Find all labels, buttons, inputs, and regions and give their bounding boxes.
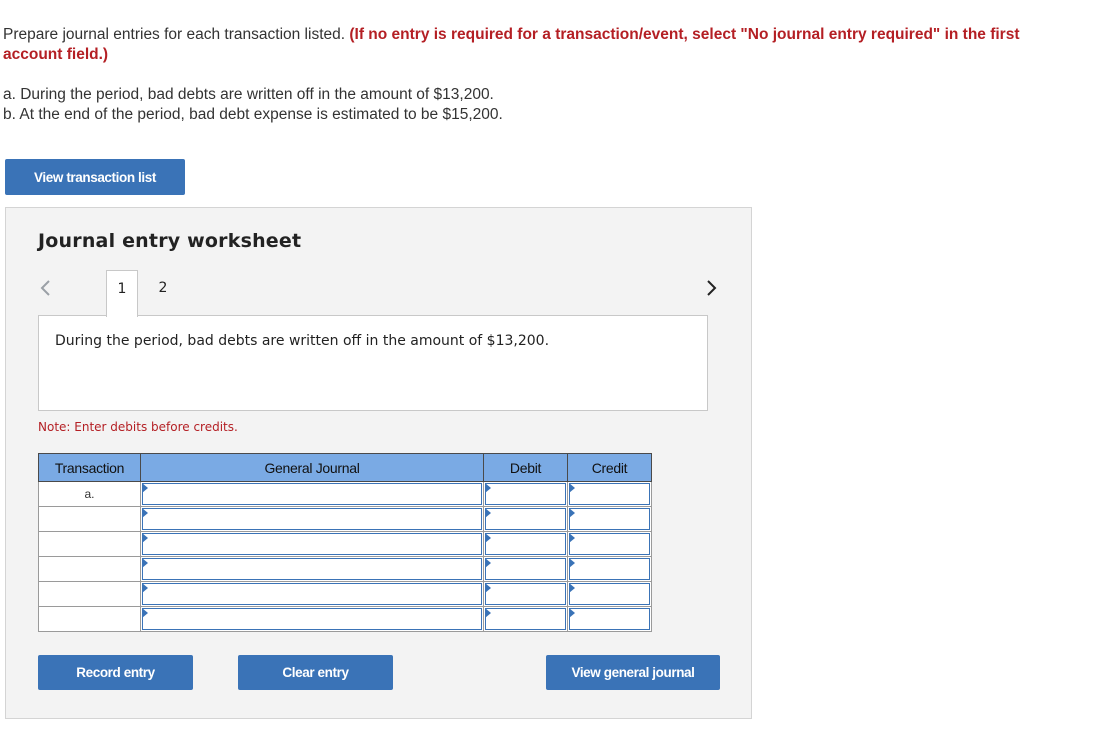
debit-cell[interactable] [483, 606, 568, 632]
input-marker-icon [569, 583, 575, 593]
account-select[interactable] [142, 583, 482, 605]
account-cell[interactable] [140, 531, 484, 557]
input-marker-icon [569, 533, 575, 543]
input-marker-icon [485, 583, 491, 593]
table-row: a. [38, 481, 652, 507]
debit-input[interactable] [485, 608, 566, 630]
header-general-journal: General Journal [140, 453, 484, 482]
dropdown-marker-icon [142, 558, 148, 568]
debit-cell[interactable] [483, 481, 568, 507]
debit-input[interactable] [485, 508, 566, 530]
debit-cell[interactable] [483, 506, 568, 532]
chevron-right-icon[interactable] [702, 276, 722, 300]
record-entry-button[interactable]: Record entry [38, 655, 193, 690]
instructions-text: Prepare journal entries for each transac… [3, 26, 346, 43]
journal-table: Transaction General Journal Debit Credit… [38, 453, 652, 632]
transaction-description-box: During the period, bad debts are written… [38, 315, 708, 411]
debit-input[interactable] [485, 483, 566, 505]
transaction-cell [38, 506, 141, 532]
dropdown-marker-icon [142, 608, 148, 618]
credit-input[interactable] [569, 533, 650, 555]
account-select[interactable] [142, 533, 482, 555]
account-select[interactable] [142, 608, 482, 630]
debit-credit-note: Note: Enter debits before credits. [38, 420, 238, 434]
tab-2[interactable]: 2 [148, 270, 178, 316]
credit-cell[interactable] [567, 531, 652, 557]
input-marker-icon [485, 483, 491, 493]
transaction-cell [38, 606, 141, 632]
credit-input[interactable] [569, 508, 650, 530]
clear-entry-button[interactable]: Clear entry [238, 655, 393, 690]
problem-list: a. During the period, bad debts are writ… [3, 85, 503, 125]
debit-cell[interactable] [483, 531, 568, 557]
input-marker-icon [569, 483, 575, 493]
table-row [38, 531, 652, 557]
debit-input[interactable] [485, 558, 566, 580]
header-transaction: Transaction [38, 453, 141, 482]
account-select[interactable] [142, 483, 482, 505]
transaction-description: During the period, bad debts are written… [55, 333, 550, 349]
dropdown-marker-icon [142, 483, 148, 493]
credit-cell[interactable] [567, 556, 652, 582]
account-cell[interactable] [140, 481, 484, 507]
chevron-left-icon[interactable] [36, 276, 56, 300]
journal-entry-worksheet: Journal entry worksheet 1 2 During the p… [5, 207, 752, 719]
credit-input[interactable] [569, 483, 650, 505]
dropdown-marker-icon [142, 583, 148, 593]
tab-1[interactable]: 1 [106, 270, 138, 317]
input-marker-icon [485, 533, 491, 543]
account-cell[interactable] [140, 581, 484, 607]
journal-table-header: Transaction General Journal Debit Credit [38, 453, 652, 482]
input-marker-icon [485, 608, 491, 618]
account-select[interactable] [142, 558, 482, 580]
credit-input[interactable] [569, 583, 650, 605]
transaction-cell: a. [38, 481, 141, 507]
account-cell[interactable] [140, 606, 484, 632]
debit-cell[interactable] [483, 556, 568, 582]
worksheet-title: Journal entry worksheet [38, 230, 302, 252]
debit-cell[interactable] [483, 581, 568, 607]
table-row [38, 556, 652, 582]
table-row [38, 606, 652, 632]
debit-input[interactable] [485, 583, 566, 605]
input-marker-icon [569, 558, 575, 568]
instructions: Prepare journal entries for each transac… [3, 25, 1083, 65]
view-general-journal-button[interactable]: View general journal [546, 655, 720, 690]
input-marker-icon [485, 508, 491, 518]
credit-cell[interactable] [567, 481, 652, 507]
credit-cell[interactable] [567, 606, 652, 632]
transaction-cell [38, 531, 141, 557]
transaction-cell [38, 581, 141, 607]
table-row [38, 581, 652, 607]
table-row [38, 506, 652, 532]
debit-input[interactable] [485, 533, 566, 555]
header-debit: Debit [483, 453, 568, 482]
account-cell[interactable] [140, 556, 484, 582]
credit-cell[interactable] [567, 506, 652, 532]
account-cell[interactable] [140, 506, 484, 532]
credit-input[interactable] [569, 558, 650, 580]
problem-a: a. During the period, bad debts are writ… [3, 86, 494, 103]
dropdown-marker-icon [142, 508, 148, 518]
account-select[interactable] [142, 508, 482, 530]
input-marker-icon [485, 558, 491, 568]
header-credit: Credit [567, 453, 652, 482]
view-transaction-list-button[interactable]: View transaction list [5, 159, 185, 195]
problem-b: b. At the end of the period, bad debt ex… [3, 106, 503, 123]
input-marker-icon [569, 508, 575, 518]
input-marker-icon [569, 608, 575, 618]
credit-cell[interactable] [567, 581, 652, 607]
credit-input[interactable] [569, 608, 650, 630]
dropdown-marker-icon [142, 533, 148, 543]
transaction-cell [38, 556, 141, 582]
